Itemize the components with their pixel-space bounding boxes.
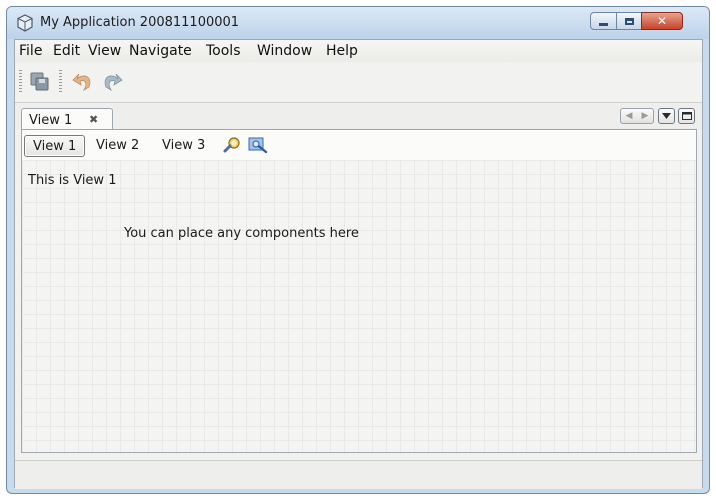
scroll-left-icon[interactable]: ◀ [626,111,633,121]
menu-edit[interactable]: Edit [53,43,80,59]
maximize-icon [624,17,634,25]
undo-icon [72,73,91,92]
toolbar-separator [59,70,62,94]
view-selector-bar: View 1 View 2 View 3 [22,130,696,161]
search-icon[interactable] [222,136,242,154]
redo-icon [104,73,123,92]
save-all-icon [30,72,49,91]
save-all-button[interactable] [27,70,53,94]
view-hint-text: You can place any components here [124,226,359,241]
minimize-button[interactable] [590,12,617,30]
tab-label: View 1 [29,113,73,128]
toolbar [15,62,702,103]
menu-file[interactable]: File [19,43,42,59]
menu-bar: File Edit View Navigate Tools Window Hel… [15,40,702,63]
undo-button[interactable] [70,70,96,94]
client-area: File Edit View Navigate Tools Window Hel… [14,39,703,489]
close-button[interactable]: ✕ [641,12,683,30]
title-bar[interactable]: My Application 200811100001 ✕ [7,7,709,39]
view-content: This is View 1 You can place any compone… [22,160,696,452]
status-bar [15,460,702,489]
subtab-view-3[interactable]: View 3 [154,135,213,157]
app-cube-icon [17,14,33,32]
tab-list-button[interactable] [658,108,675,124]
menu-view[interactable]: View [88,43,121,59]
zoom-area-icon[interactable] [248,136,268,154]
close-icon: ✕ [656,14,668,28]
subtab-view-1[interactable]: View 1 [24,135,86,157]
minimize-icon [599,22,608,26]
maximize-panel-button[interactable] [678,108,695,124]
tab-view-1[interactable]: View 1 ✖ [21,108,113,131]
view-panel: View 1 View 2 View 3 This is View 1 You … [21,129,697,453]
menu-navigate[interactable]: Navigate [129,43,192,59]
document-tab-strip: View 1 ✖ ◀ ▶ [15,103,702,131]
tab-scroll-buttons: ◀ ▶ [620,108,654,124]
maximize-button[interactable] [616,12,642,30]
subtab-view-2[interactable]: View 2 [88,135,147,157]
view-title: This is View 1 [28,173,117,188]
scroll-right-icon[interactable]: ▶ [642,111,649,121]
menu-window[interactable]: Window [257,43,312,59]
close-icon[interactable]: ✖ [89,113,98,126]
toolbar-grip[interactable] [19,70,22,94]
dropdown-icon [662,113,671,119]
application-window: My Application 200811100001 ✕ File Edit … [6,6,710,494]
redo-button[interactable] [99,70,125,94]
window-title: My Application 200811100001 [40,15,240,30]
menu-tools[interactable]: Tools [206,43,241,59]
menu-help[interactable]: Help [326,43,358,59]
maximize-icon [681,112,692,120]
